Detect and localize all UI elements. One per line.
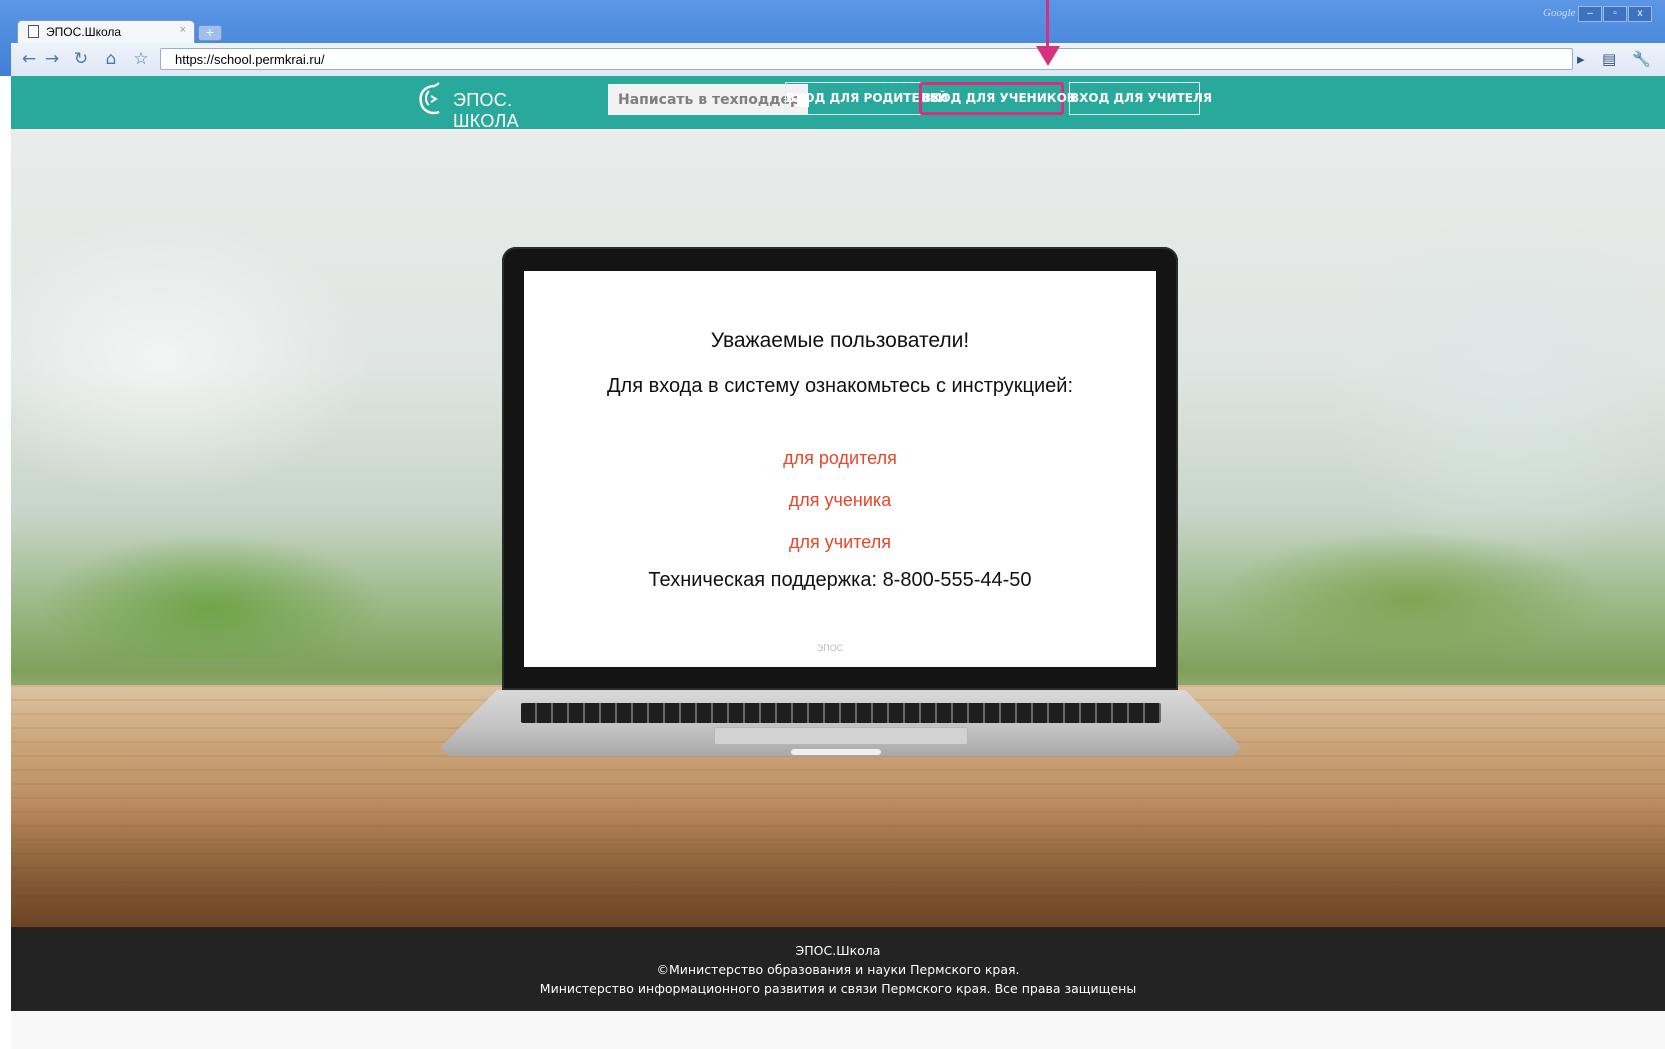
student-instructions-link[interactable]: для ученика — [524, 490, 1156, 511]
instructions-intro: Для входа в систему ознакомьтесь с инстр… — [606, 375, 1073, 397]
site-header: ЭПОС. ШКОЛА ВХОД ДЛЯ РОДИТЕЛЕЙ ВХОД ДЛЯ … — [11, 76, 1665, 131]
footer-rights: Министерство информационного развития и … — [539, 981, 1137, 996]
teacher-instructions-link[interactable]: для учителя — [524, 532, 1156, 553]
tech-support-phone: Техническая поддержка: 8-800-555-44-50 — [648, 569, 1032, 591]
close-window-icon[interactable]: x — [1628, 6, 1652, 22]
hero-section: Уважаемые пользователи! Для входа в сист… — [11, 129, 1665, 927]
bookmark-star-icon[interactable]: ☆ — [130, 48, 152, 70]
minimize-icon[interactable]: – — [1578, 6, 1602, 22]
laptop-brand: ЭПОС — [816, 643, 844, 653]
address-bar[interactable]: https://school.permkrai.ru/ — [160, 48, 1573, 70]
parents-login-button[interactable]: ВХОД ДЛЯ РОДИТЕЛЕЙ — [785, 82, 948, 115]
browser-tab[interactable]: ЭПОС.Школа × — [17, 20, 195, 43]
logo-icon — [419, 82, 440, 115]
reload-icon[interactable]: ↻ — [70, 48, 92, 70]
site-footer: ЭПОС.Школа ©Министерство образования и н… — [11, 927, 1665, 1011]
tab-title: ЭПОС.Школа — [46, 25, 122, 39]
support-message-input[interactable] — [608, 84, 808, 115]
greeting-heading: Уважаемые пользователи! — [710, 329, 970, 352]
home-icon[interactable]: ⌂ — [100, 48, 122, 70]
laptop-base — [441, 690, 1241, 756]
logo-text: ЭПОС. ШКОЛА — [453, 90, 519, 131]
page-menu-icon[interactable]: ▤ — [1602, 48, 1616, 70]
laptop-notch — [791, 749, 881, 755]
window-edge — [0, 76, 11, 1049]
go-icon[interactable]: ▸ — [1577, 48, 1585, 70]
browser-brand: Google — [1543, 7, 1576, 19]
browser-toolbar: ← → ↻ ⌂ ☆ https://school.permkrai.ru/ ▸ … — [11, 43, 1665, 77]
footer-copyright: ©Министерство образования и науки Пермск… — [656, 962, 1020, 977]
wrench-icon[interactable]: 🔧 — [1632, 48, 1651, 70]
maximize-icon[interactable]: ▫ — [1603, 6, 1627, 22]
annotation-arrow-head — [1036, 46, 1060, 66]
page-icon — [28, 25, 39, 38]
page-bottom — [11, 1011, 1665, 1049]
parent-instructions-link[interactable]: для родителя — [524, 448, 1156, 469]
table-shadow — [11, 799, 1665, 927]
teachers-login-button[interactable]: ВХОД ДЛЯ УЧИТЕЛЯ — [1069, 82, 1212, 115]
students-login-button[interactable]: ВХОД ДЛЯ УЧЕНИКОВ — [919, 82, 1076, 115]
back-icon[interactable]: ← — [18, 48, 40, 70]
footer-title: ЭПОС.Школа — [795, 943, 881, 958]
laptop-keyboard — [521, 703, 1161, 723]
laptop-trackpad — [714, 727, 968, 745]
new-tab-button[interactable]: + — [198, 25, 222, 41]
annotation-arrow — [1046, 0, 1049, 50]
tab-close-icon[interactable]: × — [180, 24, 186, 36]
site-logo[interactable]: ЭПОС. ШКОЛА — [415, 80, 575, 131]
forward-icon[interactable]: → — [41, 48, 63, 70]
laptop-screen: Уважаемые пользователи! Для входа в сист… — [524, 271, 1156, 667]
